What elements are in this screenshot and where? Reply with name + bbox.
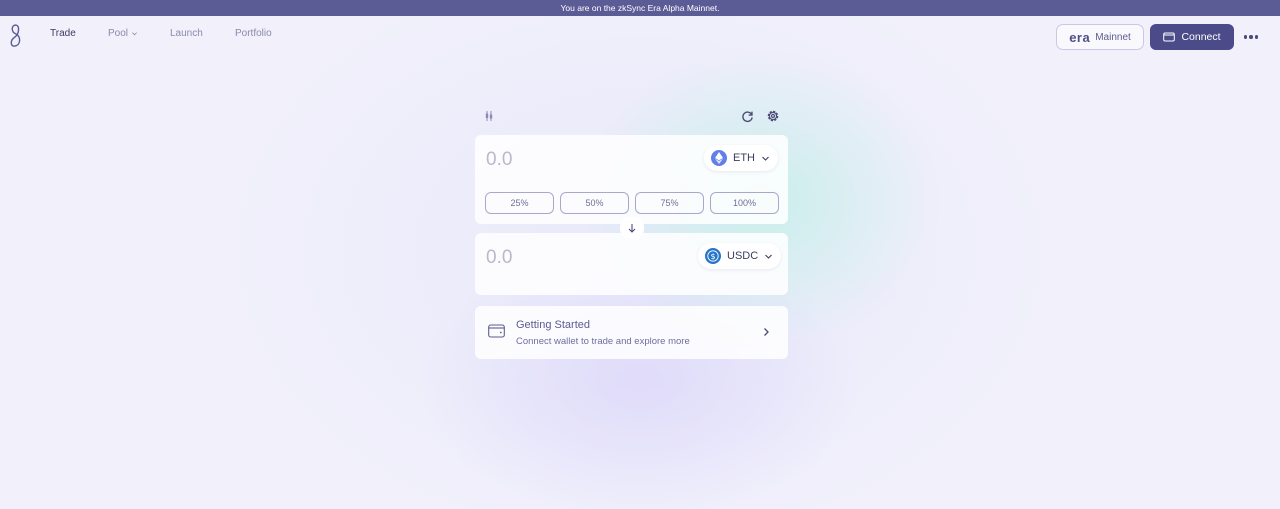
- getting-started-subtitle: Connect wallet to trade and explore more: [516, 336, 690, 347]
- network-label: Mainnet: [1095, 31, 1131, 43]
- to-token-selector[interactable]: $ USDC: [698, 243, 782, 269]
- nav-portfolio[interactable]: Portfolio: [235, 28, 272, 39]
- settings-gear-icon[interactable]: [765, 108, 781, 124]
- nav-trade-label: Trade: [50, 28, 76, 39]
- matter-labs-logo-icon[interactable]: [7, 23, 25, 49]
- more-dots-icon[interactable]: [1242, 30, 1260, 44]
- nav-portfolio-label: Portfolio: [235, 28, 272, 39]
- connect-label: Connect: [1181, 31, 1221, 43]
- percent-25-button[interactable]: 25%: [485, 192, 554, 214]
- network-banner: You are on the zkSync Era Alpha Mainnet.: [0, 0, 1280, 16]
- percent-50-button[interactable]: 50%: [560, 192, 629, 214]
- nav-pool[interactable]: Pool: [108, 28, 138, 39]
- percent-100-button[interactable]: 100%: [710, 192, 779, 214]
- swap-to-panel: 0.0 $ USDC: [475, 233, 788, 295]
- from-token-label: ETH: [733, 152, 755, 164]
- svg-text:$: $: [710, 252, 715, 261]
- nav-trade[interactable]: Trade: [50, 28, 76, 39]
- era-logo: era: [1069, 29, 1091, 45]
- percent-75-button[interactable]: 75%: [635, 192, 704, 214]
- arrow-down-icon: [628, 224, 636, 233]
- from-token-selector[interactable]: ETH: [704, 145, 778, 171]
- ethereum-icon: [711, 150, 727, 166]
- chevron-down-icon: [762, 156, 769, 161]
- getting-started-title: Getting Started: [516, 319, 590, 331]
- nav-pool-label: Pool: [108, 28, 129, 39]
- chevron-down-icon: [765, 254, 773, 259]
- wallet-icon: [488, 324, 505, 338]
- top-navigation: Trade Pool Launch Portfolio era Mainnet …: [0, 16, 1280, 56]
- chart-candles-icon[interactable]: [481, 108, 497, 124]
- swap-from-panel: 0.0 ETH 25% 50% 75% 100%: [475, 135, 788, 224]
- getting-started-card[interactable]: Getting Started Connect wallet to trade …: [475, 306, 788, 359]
- chevron-right-icon: [764, 328, 769, 336]
- network-selector-button[interactable]: era Mainnet: [1056, 24, 1144, 50]
- connect-wallet-button[interactable]: Connect: [1150, 24, 1234, 50]
- from-amount-input[interactable]: 0.0: [486, 149, 512, 171]
- nav-launch-label: Launch: [170, 28, 203, 39]
- nav-launch[interactable]: Launch: [170, 28, 203, 39]
- to-amount-input[interactable]: 0.0: [486, 247, 512, 269]
- wallet-icon: [1163, 32, 1176, 42]
- chevron-down-icon: [132, 32, 138, 36]
- to-token-label: USDC: [727, 250, 759, 262]
- refresh-icon[interactable]: [739, 108, 755, 124]
- usdc-icon: $: [705, 248, 721, 264]
